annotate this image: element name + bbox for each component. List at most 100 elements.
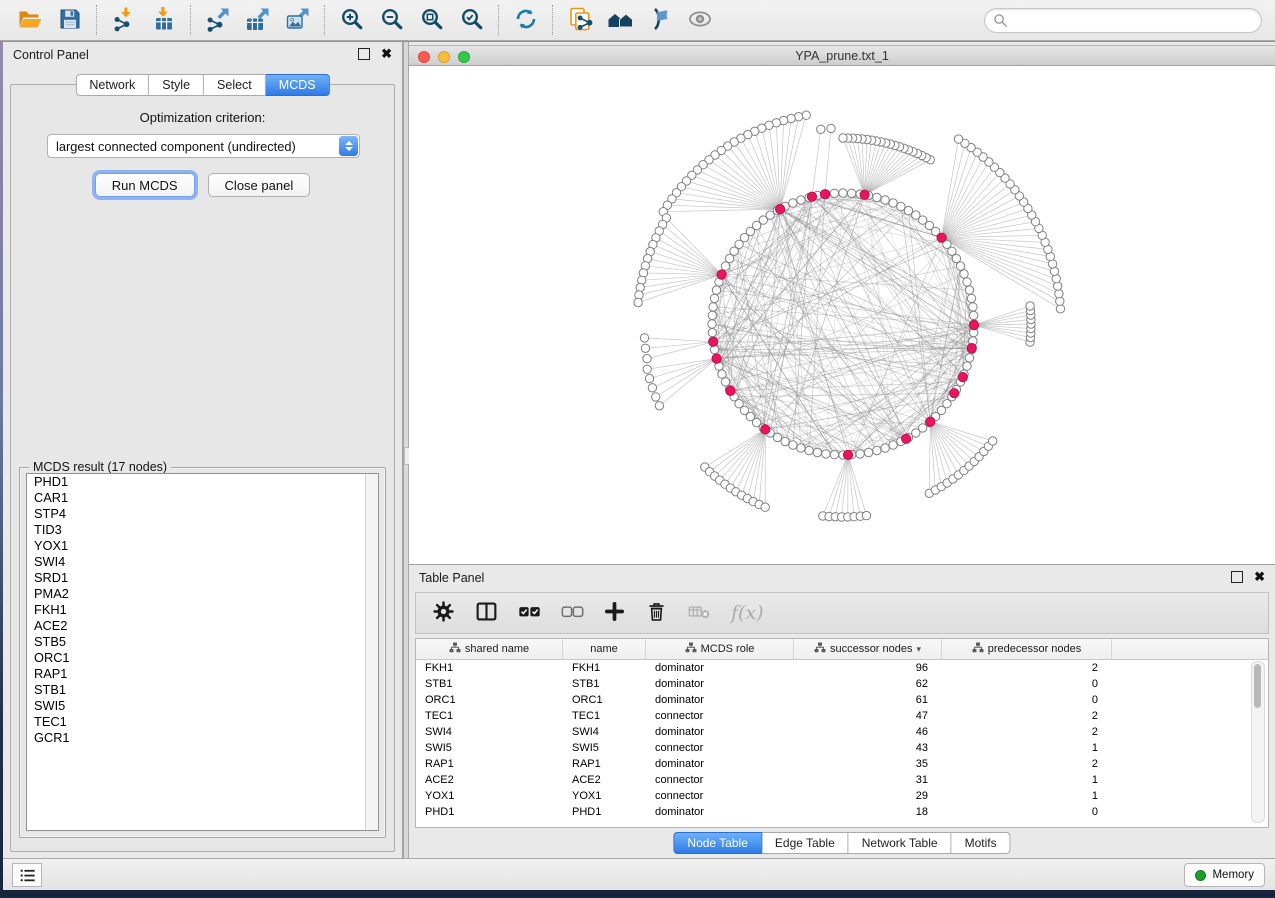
table-row[interactable]: TEC1TEC1connector472: [416, 708, 1268, 724]
tab-network[interactable]: Network: [75, 74, 149, 96]
zoom-selected-button[interactable]: [452, 3, 492, 37]
mcds-result-item[interactable]: GCR1: [27, 730, 378, 746]
delete-table-button: [688, 600, 711, 626]
table-row[interactable]: SWI5SWI5connector431: [416, 740, 1268, 756]
table-row[interactable]: YOX1YOX1connector291: [416, 788, 1268, 804]
tab-mcds[interactable]: MCDS: [266, 74, 330, 96]
select-all-button[interactable]: [518, 600, 541, 626]
close-panel-button[interactable]: Close panel: [208, 173, 311, 197]
tab-network-table[interactable]: Network Table: [849, 832, 952, 854]
export-network-icon: [205, 6, 231, 35]
cell-shared-name: PHD1: [416, 806, 563, 818]
cell-predecessor-nodes: 0: [942, 694, 1112, 706]
zoom-in-icon: [339, 6, 365, 35]
refresh-button[interactable]: [506, 3, 546, 37]
cell-shared-name: SWI4: [416, 726, 563, 738]
mcds-result-item[interactable]: ORC1: [27, 650, 378, 666]
export-table-button[interactable]: [238, 3, 278, 37]
node-table[interactable]: shared namenameMCDS rolesuccessor nodes▾…: [415, 638, 1269, 828]
cell-name: SWI5: [563, 742, 646, 754]
network-window-titlebar[interactable]: YPA_prune.txt_1: [409, 45, 1275, 66]
mcds-result-item[interactable]: RAP1: [27, 666, 378, 682]
mcds-result-item[interactable]: STB5: [27, 634, 378, 650]
table-row[interactable]: ACE2ACE2connector311: [416, 772, 1268, 788]
cell-name: PHD1: [563, 806, 646, 818]
search-box[interactable]: [984, 8, 1262, 33]
mcds-result-item[interactable]: TID3: [27, 522, 378, 538]
tab-node-table[interactable]: Node Table: [673, 832, 762, 854]
toolbar-separator: [498, 5, 500, 35]
toolbar-buttons: [10, 3, 720, 37]
criterion-selected-value: largest connected component (undirected): [48, 139, 338, 154]
mcds-result-item[interactable]: FKH1: [27, 602, 378, 618]
close-panel-icon[interactable]: ✖: [381, 49, 392, 59]
cell-shared-name: FKH1: [416, 662, 563, 674]
tab-style[interactable]: Style: [149, 74, 204, 96]
network-graph[interactable]: [409, 66, 1275, 564]
search-input[interactable]: [1008, 11, 1261, 31]
zoom-in-button[interactable]: [332, 3, 372, 37]
delete-column-button[interactable]: [645, 600, 668, 626]
mcds-result-item[interactable]: YOX1: [27, 538, 378, 554]
zoom-fit-button[interactable]: [412, 3, 452, 37]
mcds-result-item[interactable]: TEC1: [27, 714, 378, 730]
table-scrollbar-thumb[interactable]: [1254, 664, 1261, 708]
table-row[interactable]: PHD1PHD1dominator180: [416, 804, 1268, 820]
save-session-button[interactable]: [50, 3, 90, 37]
mcds-result-item[interactable]: SWI5: [27, 698, 378, 714]
zoom-out-button[interactable]: [372, 3, 412, 37]
criterion-select[interactable]: largest connected component (undirected): [47, 134, 360, 158]
mcds-result-item[interactable]: STP4: [27, 506, 378, 522]
table-scrollbar[interactable]: [1251, 661, 1265, 823]
float-panel-icon[interactable]: [358, 48, 370, 60]
float-table-panel-icon[interactable]: [1231, 571, 1243, 583]
mcds-result-item[interactable]: PMA2: [27, 586, 378, 602]
clone-network-button[interactable]: [560, 3, 600, 37]
unselect-all-icon: [561, 600, 584, 626]
add-column-button[interactable]: [604, 601, 625, 625]
mcds-result-item[interactable]: SRD1: [27, 570, 378, 586]
import-network-button[interactable]: [104, 3, 144, 37]
column-header-shared-name[interactable]: shared name: [416, 639, 563, 659]
table-row[interactable]: SWI4SWI4dominator462: [416, 724, 1268, 740]
tree-icon: [972, 642, 984, 656]
tab-motifs[interactable]: Motifs: [952, 832, 1011, 854]
column-header-predecessor-nodes[interactable]: predecessor nodes: [942, 639, 1112, 659]
run-mcds-button[interactable]: Run MCDS: [95, 173, 195, 197]
mcds-result-item[interactable]: STB1: [27, 682, 378, 698]
gear-button[interactable]: [432, 600, 455, 626]
table-row[interactable]: RAP1RAP1dominator352: [416, 756, 1268, 772]
export-network-button[interactable]: [198, 3, 238, 37]
column-header-successor-nodes[interactable]: successor nodes▾: [794, 639, 942, 659]
memory-button[interactable]: Memory: [1184, 863, 1265, 887]
close-table-panel-icon[interactable]: ✖: [1254, 572, 1265, 582]
cell-name: ACE2: [563, 774, 646, 786]
first-neighbors-button[interactable]: [600, 3, 640, 37]
result-list-scrollbar[interactable]: [365, 474, 378, 830]
column-header-name[interactable]: name: [563, 639, 646, 659]
clone-network-icon: [567, 6, 593, 35]
open-file-button[interactable]: [10, 3, 50, 37]
mcds-result-item[interactable]: SWI4: [27, 554, 378, 570]
table-row[interactable]: STB1STB1dominator620: [416, 676, 1268, 692]
table-panel-tabs: Node TableEdge TableNetwork TableMotifs: [673, 832, 1010, 854]
tab-select[interactable]: Select: [204, 74, 266, 96]
unselect-all-button[interactable]: [561, 600, 584, 626]
mcds-result-item[interactable]: CAR1: [27, 490, 378, 506]
task-history-button[interactable]: [12, 863, 42, 887]
tab-edge-table[interactable]: Edge Table: [762, 832, 849, 854]
mcds-result-list[interactable]: PHD1CAR1STP4TID3YOX1SWI4SRD1PMA2FKH1ACE2…: [26, 473, 379, 831]
column-header-MCDS-role[interactable]: MCDS role: [646, 639, 794, 659]
import-table-button[interactable]: [144, 3, 184, 37]
network-canvas[interactable]: [409, 66, 1275, 564]
table-row[interactable]: FKH1FKH1dominator962: [416, 660, 1268, 676]
hide-selected-button[interactable]: [640, 3, 680, 37]
table-row[interactable]: ORC1ORC1dominator610: [416, 692, 1268, 708]
mcds-result-item[interactable]: PHD1: [27, 474, 378, 490]
show-hidden-button[interactable]: [680, 3, 720, 37]
table-toolbar: f(x): [415, 592, 1269, 634]
split-view-button[interactable]: [475, 600, 498, 626]
mcds-result-item[interactable]: ACE2: [27, 618, 378, 634]
export-image-button[interactable]: [278, 3, 318, 37]
network-window-title: YPA_prune.txt_1: [409, 49, 1275, 63]
